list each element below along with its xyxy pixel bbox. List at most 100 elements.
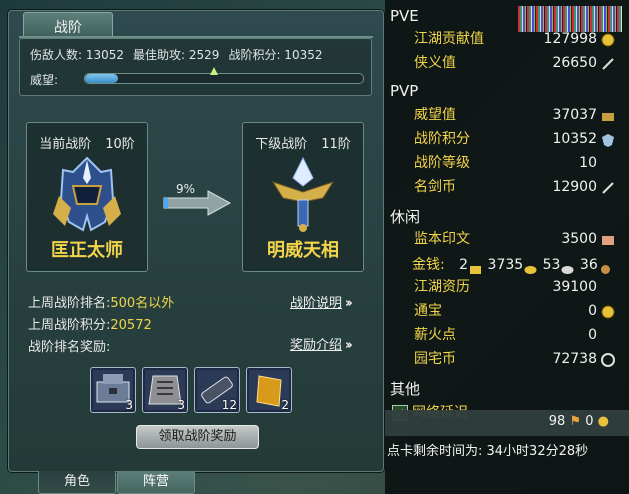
gold-brick-icon — [469, 260, 482, 274]
section-other: 其他 — [390, 380, 421, 398]
row-label: 薪火点 — [414, 327, 456, 343]
row-value: 37037 — [552, 107, 597, 123]
rank-help-link-text: 战阶说明 — [290, 296, 343, 311]
row-prestige: 威望值 37037 — [414, 104, 615, 126]
next-rank-header-label: 下级战阶 — [255, 137, 308, 152]
time-remaining: 点卡剩余时间为: 34小时32分28秒 — [387, 444, 589, 459]
last-week-points-label: 上周战阶积分: — [28, 318, 111, 333]
money-gold: 3735 — [487, 257, 524, 273]
footer-count-2: 0 — [585, 414, 594, 429]
row-value: 127998 — [543, 31, 597, 47]
coin-icon — [601, 32, 615, 47]
row-sword-coin: 名剑币 12900 — [414, 176, 615, 198]
row-chivalry: 侠义值 26650 — [414, 52, 615, 74]
row-label: 监本印文 — [414, 231, 470, 247]
claim-reward-button[interactable]: 领取战阶奖励 — [136, 425, 259, 449]
reward-count: 12 — [221, 398, 237, 412]
copper-coin-icon — [599, 260, 612, 274]
reward-intro-link[interactable]: 奖励介绍 ›› — [290, 334, 353, 353]
chest-icon — [601, 108, 615, 122]
row-jianghu-seniority: 江湖资历 39100 — [414, 276, 615, 298]
money-silver: 53 — [542, 257, 561, 273]
next-rank-level: 11阶 — [321, 137, 351, 152]
stats-row: 伤敌人数: 13052 最佳助攻: 2529 战阶积分: 10352 — [30, 46, 332, 63]
sword-icon — [601, 56, 615, 70]
row-value: 0 — [588, 327, 597, 343]
reward-slot-gold[interactable]: 2 — [246, 367, 292, 413]
flag-icon: ⚑ — [569, 414, 582, 429]
prestige-fill — [85, 74, 119, 83]
current-rank-card: 当前战阶 10阶 匡正太师 — [26, 122, 148, 272]
coin-icon: ● — [597, 414, 609, 429]
footer-counts: 98 ⚑ 0 ● — [549, 414, 609, 429]
row-label: 战阶等级 — [414, 155, 470, 171]
section-pvp: PVP — [390, 82, 419, 100]
arrow-right-icon — [163, 190, 232, 216]
prestige-label: 威望: — [30, 73, 59, 87]
assists-stat: 最佳助攻: 2529 — [133, 48, 220, 62]
row-rank-points: 战阶积分 10352 — [414, 128, 615, 150]
next-rank-name: 明威天相 — [267, 240, 339, 261]
row-label: 园宅币 — [414, 351, 456, 367]
tab-character[interactable]: 角色 — [38, 471, 116, 494]
row-tongbao: 通宝 0 — [414, 300, 615, 322]
row-value: 3500 — [561, 231, 597, 247]
gold-ingot-icon — [524, 260, 537, 274]
silver-ingot-icon — [561, 260, 574, 274]
money-copper: 36 — [579, 257, 598, 273]
row-spark-points: 薪火点 0 — [414, 324, 615, 346]
footer-bar: 98 ⚑ 0 ● — [385, 410, 629, 436]
money-label: 金钱: — [412, 257, 445, 273]
last-week-points-row: 上周战阶积分:20572 — [28, 314, 152, 333]
row-label: 名剑币 — [414, 179, 456, 195]
shield-icon — [601, 132, 615, 147]
next-rank-header: 下级战阶 11阶 — [243, 133, 363, 152]
row-value: 10 — [579, 155, 597, 171]
rank-help-link[interactable]: 战阶说明 ›› — [290, 292, 353, 311]
reward-slot-scroll[interactable]: 12 — [194, 367, 240, 413]
house-coin-icon — [601, 352, 615, 367]
current-rank-header-label: 当前战阶 — [39, 137, 92, 152]
scepter-emblem-icon — [271, 156, 335, 232]
next-rank-card: 下级战阶 11阶 明威天相 — [242, 122, 364, 272]
helmet-emblem-icon — [53, 156, 121, 232]
last-week-rank-value: 500名以外 — [110, 296, 175, 311]
coin-icon — [601, 304, 615, 319]
chevron-right-icon: ›› — [345, 296, 353, 311]
reward-count: 3 — [177, 398, 185, 412]
reward-label-text: 战阶排名奖励: — [28, 340, 111, 355]
footer-count-1: 98 — [548, 414, 566, 429]
reward-intro-link-text: 奖励介绍 — [290, 338, 343, 353]
seal-icon — [601, 232, 615, 246]
money-row: 金钱: 2 3735 53 36 — [412, 254, 625, 276]
row-label: 江湖资历 — [414, 279, 470, 295]
panel-title: 战阶 — [54, 20, 82, 36]
reward-label: 战阶排名奖励: — [28, 336, 110, 355]
chevron-right-icon: ›› — [345, 338, 353, 353]
last-week-rank-row: 上周战阶排名:500名以外 — [28, 292, 174, 311]
row-value: 0 — [588, 303, 597, 319]
row-value: 10352 — [552, 131, 597, 147]
row-label: 威望值 — [414, 107, 456, 123]
current-rank-name: 匡正太师 — [51, 240, 123, 261]
money-gold-brick: 2 — [459, 257, 469, 273]
panel-title-tab: 战阶 — [23, 12, 113, 37]
points-stat: 战阶积分: 10352 — [228, 48, 323, 62]
row-label: 通宝 — [414, 303, 442, 319]
prestige-bar — [84, 73, 364, 84]
reward-count: 3 — [125, 398, 133, 412]
reward-slot-chest[interactable]: 3 — [90, 367, 136, 413]
reward-count: 2 — [281, 398, 289, 412]
last-week-points-value: 20572 — [110, 318, 152, 333]
prestige-marker-icon — [210, 67, 218, 75]
row-house-coin: 园宅币 72738 — [414, 348, 615, 370]
row-label: 江湖贡献值 — [414, 31, 484, 47]
section-leisure: 休闲 — [390, 208, 421, 226]
current-rank-header: 当前战阶 10阶 — [27, 133, 147, 152]
kills-stat: 伤敌人数: 13052 — [30, 48, 125, 62]
row-value: 12900 — [552, 179, 597, 195]
last-week-rank-label: 上周战阶排名: — [28, 296, 111, 311]
reward-slot-armor[interactable]: 3 — [142, 367, 188, 413]
stats-box: 伤敌人数: 13052 最佳助攻: 2529 战阶积分: 10352 威望: — [19, 38, 372, 96]
tab-faction[interactable]: 阵营 — [117, 471, 195, 494]
